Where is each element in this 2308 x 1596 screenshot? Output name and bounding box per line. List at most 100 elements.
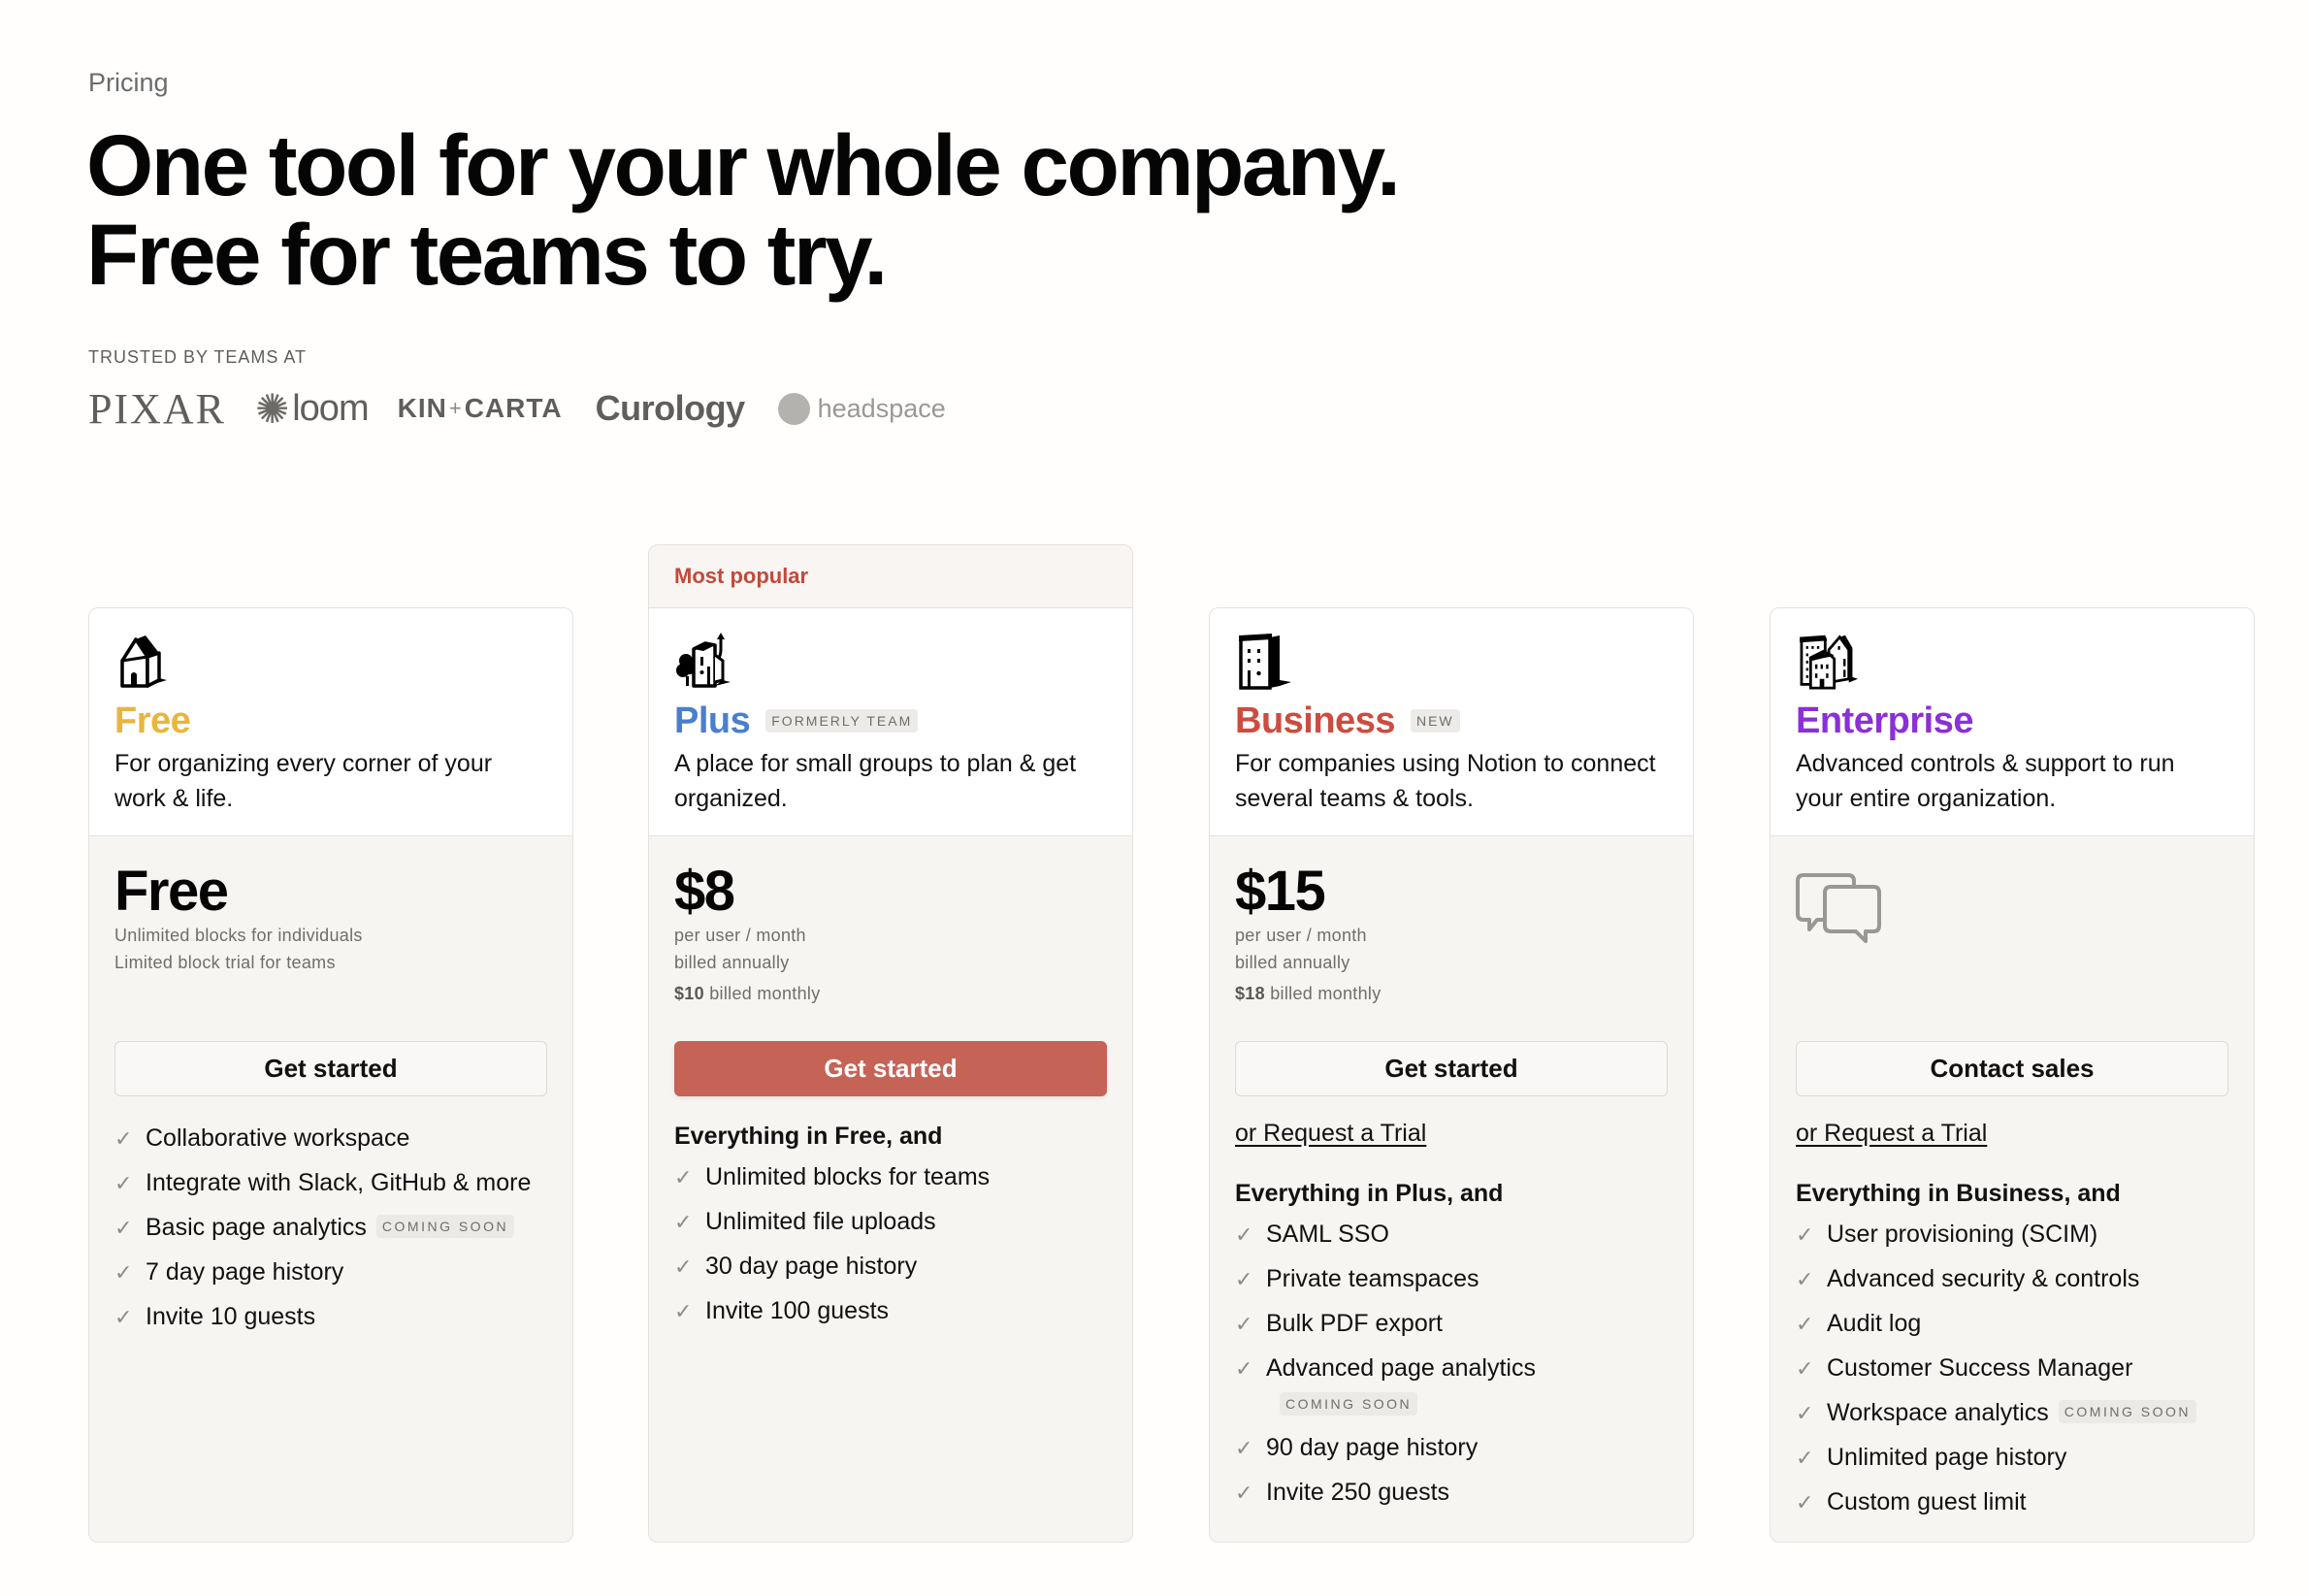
check-icon: ✓ (1796, 1222, 1814, 1247)
feature-section: Everything in Free, and ✓ Unlimited block… (674, 1120, 1113, 1337)
feature-item: ✓ Collaborative workspace (114, 1120, 553, 1158)
features-heading: Everything in Plus, and (1235, 1180, 1504, 1207)
plan-price: Free (114, 860, 229, 923)
get-started-button[interactable]: Get started (114, 1041, 547, 1096)
feature-item: ✓ SAML SSO (1235, 1216, 1674, 1254)
building-with-tree-icon (674, 632, 742, 690)
check-icon: ✓ (1235, 1267, 1253, 1291)
price-note: per user / month (674, 926, 806, 945)
feature-section: or Request a Trial Everything in Plus, a… (1235, 1120, 1674, 1518)
coming-soon-badge: COMING SOON (375, 1215, 515, 1238)
feature-item: ✓ Advanced security & controls (1796, 1260, 2234, 1299)
plan-price: $15 (1235, 860, 1326, 923)
plan-description: For organizing every corner of your work… (114, 750, 493, 812)
check-icon: ✓ (1235, 1481, 1253, 1505)
house-icon (114, 632, 173, 690)
city-buildings-icon (1796, 632, 1864, 690)
plan-name: Plus (674, 700, 751, 741)
check-icon: ✓ (1796, 1490, 1814, 1515)
feature-item: ✓ Customer Success Manager (1796, 1350, 2234, 1388)
check-icon: ✓ (1796, 1401, 1814, 1425)
plan-body: $15 per user / month billed annually $18… (1210, 836, 1693, 1542)
page-eyebrow: Pricing (88, 68, 169, 97)
feature-item: ✓ Advanced page analytics COMING SOON (1235, 1350, 1674, 1423)
features-heading: Everything in Business, and (1796, 1180, 2121, 1207)
check-icon: ✓ (1235, 1312, 1253, 1336)
feature-list: ✓ Collaborative workspace ✓ Integrate with… (114, 1120, 553, 1337)
feature-item: ✓ Basic page analytics COMING SOON (114, 1209, 553, 1248)
plan-name: Free (114, 700, 191, 741)
contact-sales-button[interactable]: Contact sales (1796, 1041, 2228, 1096)
most-popular-label: Most popular (649, 545, 1132, 608)
plan-description: For companies using Notion to connect se… (1235, 750, 1656, 812)
office-building-icon (1235, 632, 1293, 690)
feature-item: ✓ 90 day page history (1235, 1429, 1674, 1468)
feature-item: ✓ Invite 100 guests (674, 1292, 1113, 1331)
check-icon: ✓ (674, 1210, 693, 1234)
plan-body: Free Unlimited blocks for individuals Li… (89, 836, 572, 1542)
check-icon: ✓ (1796, 1267, 1814, 1291)
plan-description: A place for small groups to plan & get o… (674, 750, 1077, 812)
feature-item: ✓ Bulk PDF export (1235, 1305, 1674, 1344)
get-started-button[interactable]: Get started (1235, 1041, 1668, 1096)
check-icon: ✓ (674, 1165, 693, 1189)
features-heading: Everything in Free, and (674, 1123, 943, 1150)
monthly-price-note: $18 billed monthly (1235, 984, 1382, 1003)
chat-bubbles-icon (1796, 873, 1881, 943)
plan-body: Contact sales or Request a Trial Everyth… (1771, 836, 2254, 1542)
coming-soon-badge: COMING SOON (2058, 1400, 2196, 1423)
feature-item: ✓ Custom guest limit (1796, 1483, 2234, 1522)
plan-header: Plus FORMERLY TEAM A place for small gro… (649, 608, 1132, 836)
feature-item: ✓ Invite 250 guests (1235, 1474, 1674, 1513)
headspace-dot-icon (777, 392, 810, 425)
check-icon: ✓ (114, 1126, 133, 1151)
headline-line-1: One tool for your whole company. (86, 116, 1401, 213)
get-started-button[interactable]: Get started (674, 1041, 1107, 1096)
plan-name: Business (1235, 700, 1395, 741)
plan-header: Free For organizing every corner of your… (89, 608, 572, 836)
plan-card-enterprise: Enterprise Advanced controls & support t… (1770, 607, 2255, 1543)
feature-list: ✓ SAML SSO ✓ Private teamspaces ✓ Bulk PDF … (1235, 1216, 1674, 1513)
monthly-price-note: $10 billed monthly (674, 984, 821, 1003)
headspace-logo: headspace (777, 392, 946, 425)
feature-item: ✓ Private teamspaces (1235, 1260, 1674, 1299)
check-icon: ✓ (1235, 1436, 1253, 1460)
loom-logo: ✺ loom (255, 385, 370, 433)
plan-card-free: Free For organizing every corner of your… (88, 607, 573, 1543)
check-icon: ✓ (114, 1216, 133, 1240)
request-trial-link[interactable]: or Request a Trial (1796, 1120, 2234, 1148)
curology-logo: Curology (595, 388, 746, 428)
loom-burst-icon: ✺ (255, 385, 289, 432)
headline-line-2: Free for teams to try. (86, 206, 888, 303)
plan-card-business: Business NEW For companies using Notion … (1209, 607, 1694, 1543)
new-badge: NEW (1410, 709, 1460, 733)
check-icon: ✓ (1235, 1222, 1253, 1247)
feature-item: ✓ Workspace analytics COMING SOON (1796, 1394, 2234, 1433)
feature-section: or Request a Trial Everything in Busines… (1796, 1120, 2234, 1528)
feature-item: ✓ Unlimited page history (1796, 1439, 2234, 1478)
feature-item: ✓ Integrate with Slack, GitHub & more (114, 1164, 553, 1203)
feature-item: ✓ Unlimited file uploads (674, 1203, 1113, 1242)
check-icon: ✓ (114, 1260, 133, 1285)
feature-item: ✓ 30 day page history (674, 1248, 1113, 1287)
check-icon: ✓ (674, 1254, 693, 1279)
trusted-by-label: TRUSTED BY TEAMS AT (88, 347, 308, 367)
check-icon: ✓ (114, 1171, 133, 1195)
headspace-wordmark: headspace (817, 393, 946, 423)
check-icon: ✓ (1235, 1356, 1253, 1381)
plan-body: $8 per user / month billed annually $10 … (649, 836, 1132, 1542)
carta-wordmark: CARTA (464, 393, 563, 423)
formerly-team-badge: FORMERLY TEAM (765, 709, 919, 733)
check-icon: ✓ (1796, 1446, 1814, 1470)
feature-item: ✓ 7 day page history (114, 1254, 553, 1292)
price-note: Unlimited blocks for individuals (114, 926, 363, 945)
plan-header: Enterprise Advanced controls & support t… (1771, 608, 2254, 836)
plan-name: Enterprise (1796, 700, 1973, 741)
feature-list: ✓ Unlimited blocks for teams ✓ Unlimited f… (674, 1158, 1113, 1331)
price-note: per user / month (1235, 926, 1367, 945)
feature-item: ✓ User provisioning (SCIM) (1796, 1216, 2234, 1254)
check-icon: ✓ (674, 1299, 693, 1323)
feature-item: ✓ Invite 10 guests (114, 1298, 553, 1337)
request-trial-link[interactable]: or Request a Trial (1235, 1120, 1674, 1148)
coming-soon-badge: COMING SOON (1280, 1392, 1418, 1416)
